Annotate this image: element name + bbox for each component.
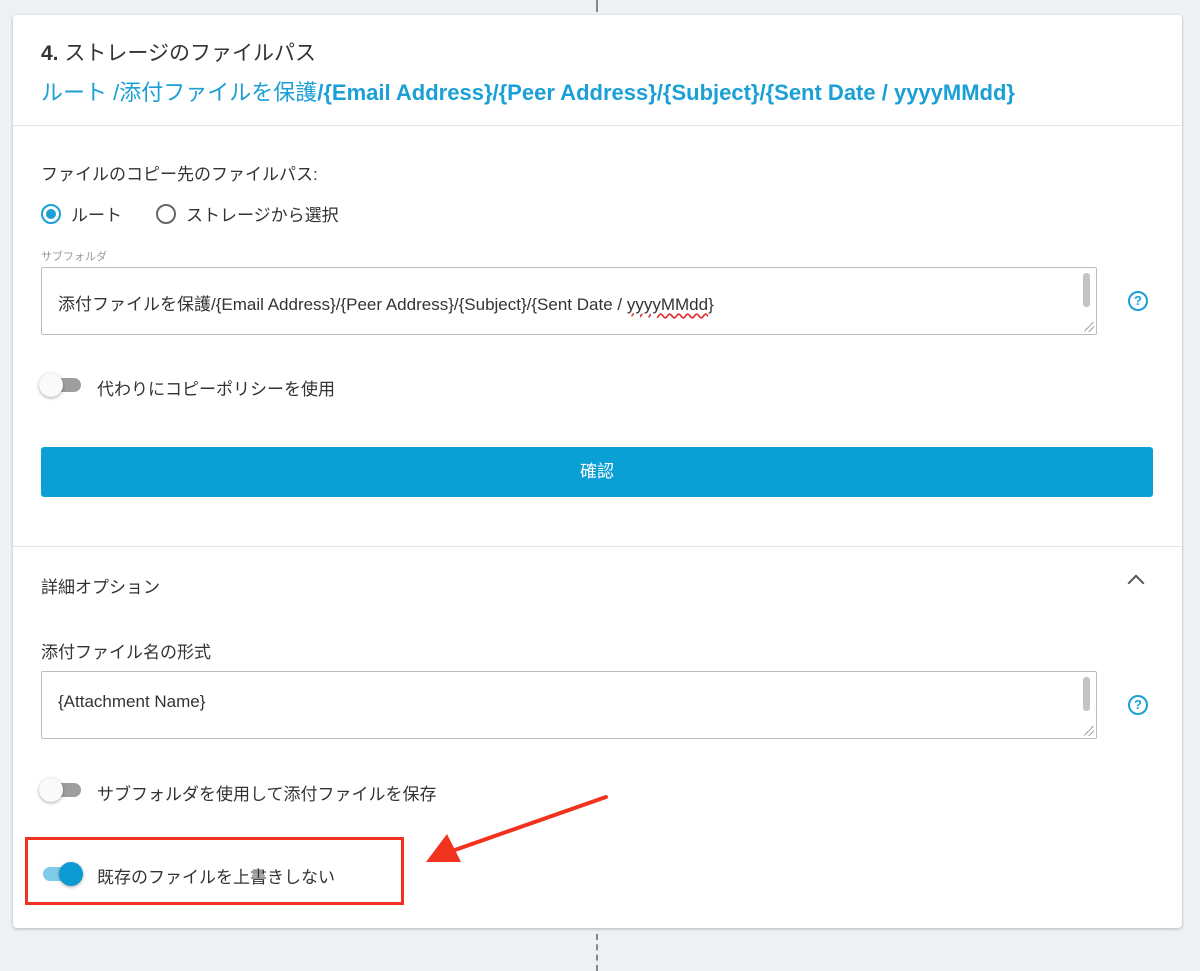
annotation-arrow-icon (426, 795, 608, 862)
